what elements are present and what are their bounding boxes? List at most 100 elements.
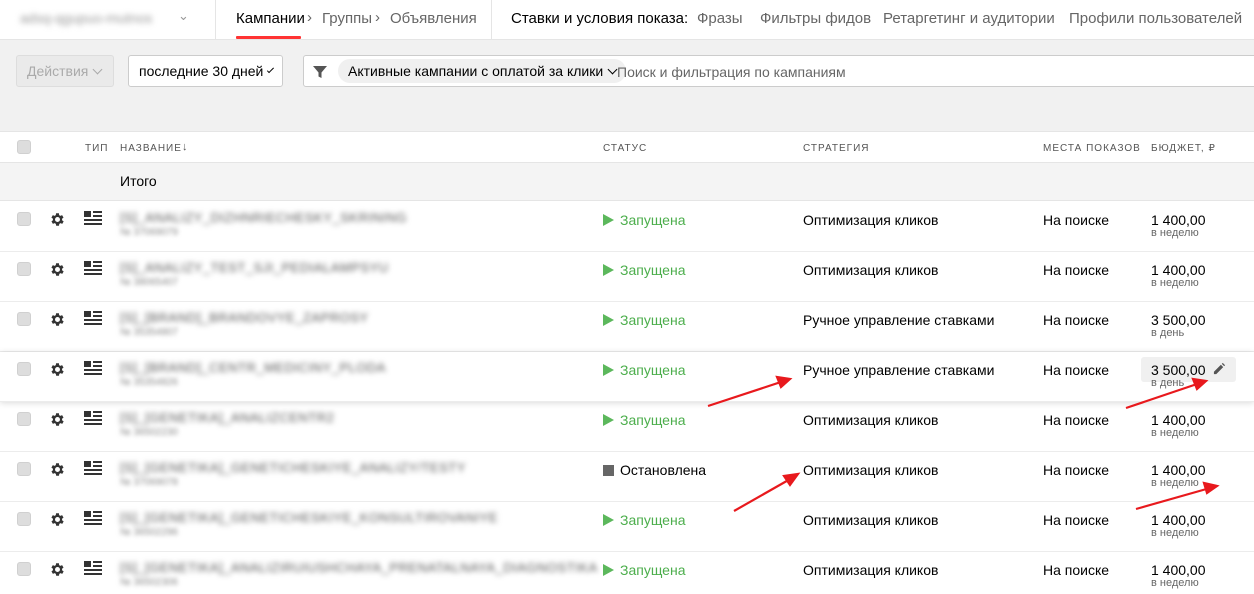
column-budget[interactable]: БЮДЖЕТ, ₽ — [1151, 143, 1216, 154]
strategy[interactable]: Оптимизация кликов — [803, 462, 938, 478]
stop-icon — [603, 464, 614, 476]
top-navigation: adsq-qgupuo-mutnos ⌄ Кампании › Группы ›… — [0, 0, 1254, 40]
gear-icon[interactable] — [49, 411, 66, 428]
budget-value[interactable]: 1 400,00 — [1151, 562, 1206, 578]
campaign-name[interactable]: [S]_[BRAND]_CENTR_MEDICINY_PLODA — [120, 360, 386, 375]
status-label: Запущена — [620, 512, 686, 528]
gear-icon[interactable] — [49, 311, 66, 328]
select-all-checkbox[interactable] — [17, 140, 31, 154]
column-type: ТИП — [85, 143, 109, 154]
strategy[interactable]: Оптимизация кликов — [803, 262, 938, 278]
filter-icon[interactable] — [312, 64, 328, 80]
gear-icon[interactable] — [49, 361, 66, 378]
table-row[interactable]: [S]_[GENETIKA]_ANALIZCENTR2 № 36502230 З… — [0, 402, 1254, 452]
budget-value[interactable]: 3 500,00 — [1151, 312, 1206, 328]
text-campaign-type-icon — [84, 561, 102, 575]
row-checkbox[interactable] — [17, 562, 31, 576]
row-checkbox[interactable] — [17, 312, 31, 326]
table-row[interactable]: [S]_[BRAND]_CENTR_MEDICINY_PLODA № 35354… — [0, 352, 1254, 402]
gear-icon[interactable] — [49, 211, 66, 228]
row-checkbox[interactable] — [17, 462, 31, 476]
text-campaign-type-icon — [84, 511, 102, 525]
link-feed-filters[interactable]: Фильтры фидов — [760, 10, 871, 27]
column-status[interactable]: СТАТУС — [603, 143, 647, 154]
row-checkbox[interactable] — [17, 362, 31, 376]
ad-placement: На поиске — [1043, 212, 1110, 228]
link-user-profiles[interactable]: Профили пользователей — [1069, 10, 1242, 27]
budget-value[interactable]: 3 500,00 — [1151, 362, 1206, 378]
budget-period: в неделю — [1151, 427, 1199, 439]
account-selector[interactable]: adsq-qgupuo-mutnos — [20, 10, 152, 26]
campaign-name[interactable]: [S]_[GENETIKA]_ANALIZCENTR2 — [120, 410, 334, 425]
budget-value[interactable]: 1 400,00 — [1151, 262, 1206, 278]
campaign-name[interactable]: [S]_[GENETIKA]_GENETICHESKIYE_KONSULTIRO… — [120, 510, 498, 525]
actions-label: Действия — [27, 63, 89, 79]
chevron-down-icon[interactable]: ⌄ — [178, 8, 189, 24]
active-filter-chip[interactable]: Активные кампании с оплатой за клики — [338, 59, 627, 83]
pencil-icon[interactable] — [1213, 362, 1226, 375]
status: Запущена — [603, 262, 686, 278]
budget-period: в день — [1151, 327, 1185, 339]
gear-icon[interactable] — [49, 461, 66, 478]
strategy[interactable]: Оптимизация кликов — [803, 562, 938, 578]
gear-icon[interactable] — [49, 561, 66, 578]
column-name[interactable]: НАЗВАНИЕ — [120, 143, 182, 154]
campaign-name[interactable]: [S]_[GENETIKA]_GENETICHESKIYE_ANALIZY/TE… — [120, 460, 466, 475]
period-select[interactable]: последние 30 дней — [128, 55, 283, 87]
chevron-right-icon: › — [307, 9, 312, 26]
gear-icon[interactable] — [49, 511, 66, 528]
text-campaign-type-icon — [84, 211, 102, 225]
period-label: последние 30 дней — [139, 63, 264, 79]
strategy[interactable]: Оптимизация кликов — [803, 212, 938, 228]
budget-period: в неделю — [1151, 227, 1199, 239]
campaign-search: Активные кампании с оплатой за клики — [303, 55, 1254, 87]
tab-ads[interactable]: Объявления — [390, 10, 477, 27]
table-row[interactable]: [S]_[GENETIKA]_GENETICHESKIYE_KONSULTIRO… — [0, 502, 1254, 552]
row-checkbox[interactable] — [17, 512, 31, 526]
link-phrases[interactable]: Фразы — [697, 10, 743, 27]
strategy[interactable]: Ручное управление ставками — [803, 362, 994, 378]
strategy[interactable]: Оптимизация кликов — [803, 512, 938, 528]
search-input[interactable] — [617, 62, 1217, 82]
budget-value[interactable]: 1 400,00 — [1151, 462, 1206, 478]
campaign-id: № 37069078 — [120, 477, 178, 488]
text-campaign-type-icon — [84, 461, 102, 475]
filter-bar: Действия последние 30 дней Активные камп… — [0, 40, 1254, 132]
budget-value[interactable]: 1 400,00 — [1151, 512, 1206, 528]
budget-value[interactable]: 1 400,00 — [1151, 412, 1206, 428]
campaign-id: № 36502296 — [120, 527, 178, 538]
gear-icon[interactable] — [49, 261, 66, 278]
campaign-name[interactable]: [S]_ANALIZY_TEST_SJI_PEDIALAMPSYU — [120, 260, 389, 275]
total-row: Итого — [0, 163, 1254, 201]
row-checkbox[interactable] — [17, 262, 31, 276]
status: Запущена — [603, 562, 686, 578]
column-places[interactable]: МЕСТА ПОКАЗОВ — [1043, 143, 1141, 154]
campaign-name[interactable]: [S]_[GENETIKA]_ANALIZIRUIUSHCHAYA_PRENAT… — [120, 560, 598, 575]
table-row[interactable]: [S]_[BRAND]_BRANDOVYE_ZAPROSY № 35354807… — [0, 302, 1254, 352]
filter-chip-label: Активные кампании с оплатой за клики — [348, 63, 604, 79]
sort-desc-icon[interactable]: ↓ — [182, 141, 189, 153]
table-row[interactable]: [S]_ANALIZY_TEST_SJI_PEDIALAMPSYU № 3806… — [0, 252, 1254, 302]
row-checkbox[interactable] — [17, 212, 31, 226]
strategy[interactable]: Оптимизация кликов — [803, 412, 938, 428]
campaign-name[interactable]: [S]_[BRAND]_BRANDOVYE_ZAPROSY — [120, 310, 369, 325]
link-retargeting[interactable]: Ретаргетинг и аудитории — [883, 10, 1055, 27]
campaign-name[interactable]: [S]_ANALIZY_DIZHNRIECHESKY_SKRINING — [120, 210, 407, 225]
tab-groups[interactable]: Группы — [322, 10, 372, 27]
play-icon — [603, 514, 614, 526]
status: Запущена — [603, 362, 686, 378]
tab-campaigns[interactable]: Кампании — [236, 10, 305, 27]
actions-button[interactable]: Действия — [16, 55, 114, 87]
budget-value[interactable]: 1 400,00 — [1151, 212, 1206, 228]
column-strategy[interactable]: СТРАТЕГИЯ — [803, 143, 870, 154]
table-row[interactable]: [S]_[GENETIKA]_GENETICHESKIYE_ANALIZY/TE… — [0, 452, 1254, 502]
table-row[interactable]: [S]_[GENETIKA]_ANALIZIRUIUSHCHAYA_PRENAT… — [0, 552, 1254, 594]
budget-period: в неделю — [1151, 277, 1199, 289]
text-campaign-type-icon — [84, 361, 102, 375]
status-label: Остановлена — [620, 462, 707, 478]
table-row[interactable]: [S]_ANALIZY_DIZHNRIECHESKY_SKRINING № 37… — [0, 202, 1254, 252]
table-header: ТИП НАЗВАНИЕ ↓ СТАТУС СТРАТЕГИЯ МЕСТА ПО… — [0, 132, 1254, 163]
strategy[interactable]: Ручное управление ставками — [803, 312, 994, 328]
row-checkbox[interactable] — [17, 412, 31, 426]
budget-period: в неделю — [1151, 577, 1199, 589]
